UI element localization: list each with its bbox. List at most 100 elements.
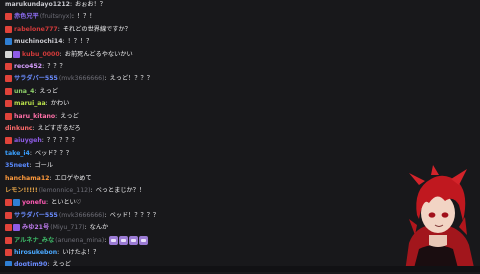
bottom-bar	[0, 266, 480, 272]
chat-colon: :	[41, 137, 44, 145]
chat-colon: :	[45, 199, 49, 207]
subscriber-badge-icon[interactable]	[5, 50, 12, 58]
chat-username[interactable]: サラダバー555	[14, 73, 58, 84]
subscriber-badge-icon[interactable]	[5, 112, 12, 120]
chat-username[interactable]: una_4	[14, 86, 34, 97]
chat-username[interactable]: take_i4	[5, 148, 30, 159]
subscriber-badge-icon[interactable]	[5, 25, 12, 33]
chat-username[interactable]: reco452	[14, 61, 42, 72]
chat-message-text: お前死んどるやないかい	[64, 50, 133, 58]
subscriber-badge-icon[interactable]	[5, 63, 12, 70]
chat-username[interactable]: レモン!!!!!	[5, 185, 38, 196]
chat-login-name: (arunena_mina)	[55, 236, 105, 244]
chat-colon: :	[104, 211, 107, 219]
vtuber-avatar	[395, 165, 480, 272]
chat-login-name: (fruitsnyx)	[39, 13, 72, 21]
chat-message: aiuygeh:？？？？？	[5, 135, 78, 146]
subscriber-badge-icon[interactable]	[5, 100, 12, 108]
chat-colon: :	[84, 224, 87, 232]
subscriber-badge-icon[interactable]	[5, 199, 12, 207]
chat-message-text: ！？！	[76, 13, 96, 21]
chat-message: kubu_0000: お前死んどるやないかい	[5, 49, 133, 60]
subscriber-badge-icon[interactable]	[5, 137, 12, 145]
chat-message-text: それどの世界線ですか？	[62, 25, 131, 33]
chat-username[interactable]: 赤色兄平	[14, 11, 39, 22]
chat-message-text: なんか	[89, 224, 109, 232]
chat-username[interactable]: marui_aa	[14, 98, 46, 109]
chat-message-text: エロゲやめて	[54, 174, 92, 182]
chat-username[interactable]: dinkunc	[5, 123, 33, 134]
chat-colon: :	[90, 187, 93, 194]
chat-login-name: (mvk3666666)	[58, 75, 105, 83]
chat-colon: :	[49, 174, 52, 182]
chat-message: アルネナ_みな (arunena_mina):	[5, 235, 149, 246]
emote-icon	[139, 235, 149, 245]
chat-message-text: えっど	[39, 87, 59, 95]
chat-colon: :	[42, 63, 45, 70]
emote-icon	[109, 235, 119, 245]
chat-message: muchinochi14:！？！？	[5, 36, 92, 47]
chat-message-text: といとい♡	[51, 199, 82, 207]
chat-username[interactable]: haru_kitano	[14, 111, 55, 122]
chat-username[interactable]: kubu_0000	[22, 49, 60, 60]
chat-message: 赤色兄平 (fruitsnyx):！？！	[5, 11, 96, 22]
chat-username[interactable]: 35neet	[5, 160, 29, 171]
subscriber-badge-icon[interactable]	[13, 50, 20, 58]
chat-message: yonefu: といとい♡	[5, 197, 81, 208]
chat-message: サラダバー555 (mvk3666666): えっど！？？？	[5, 73, 153, 84]
chat-username[interactable]: aiuygeh	[14, 135, 42, 146]
chat-message-text: えっど	[60, 112, 79, 120]
chat-colon: :	[57, 25, 60, 33]
chat-message: サラダバー555 (mvk3666666): ベッド！？？？？	[5, 210, 159, 221]
subscriber-badge-icon[interactable]	[5, 249, 12, 256]
subscriber-badge-icon[interactable]	[5, 38, 12, 46]
chat-colon: :	[62, 38, 65, 46]
subscriber-badge-icon[interactable]	[5, 75, 12, 83]
subscriber-badge-icon[interactable]	[13, 199, 20, 207]
chat-username[interactable]: hanchama12	[5, 173, 49, 184]
subscriber-badge-icon[interactable]	[5, 13, 12, 21]
chat-colon: :	[104, 236, 107, 244]
chat-message-text: ベッド？？？	[34, 149, 73, 157]
chat-message: reco452:？？？	[5, 61, 66, 72]
chat-message: 35neet: ゴール	[5, 160, 53, 171]
chat-colon: :	[57, 249, 60, 256]
chat-username[interactable]: アルネナ_みな	[14, 235, 54, 246]
chat-message-text: えどすぎるだろ	[37, 125, 81, 132]
chat-message: みゆ21号 (Miyu_717): なんか	[5, 222, 108, 233]
chat-message: marukundayo1212: おぉお！？	[5, 0, 106, 10]
chat-username[interactable]: muchinochi14	[14, 36, 63, 47]
chat-login-name: (Miyu_717)	[50, 224, 85, 232]
chat-username[interactable]: rabelone777	[14, 24, 58, 35]
subscriber-badge-icon[interactable]	[5, 224, 12, 232]
emote-icon	[129, 235, 139, 245]
chat-colon: :	[104, 75, 107, 83]
chat-message-text: ？？？	[47, 63, 66, 70]
subscriber-badge-icon[interactable]	[5, 211, 12, 219]
chat-colon: :	[32, 125, 35, 132]
chat-username[interactable]: marukundayo1212	[5, 0, 70, 10]
chat-message-text: ベッド！？？？？	[109, 211, 160, 219]
subscriber-badge-icon[interactable]	[5, 87, 12, 95]
chat-message-text: おぉお！？	[75, 1, 106, 8]
chat-colon: :	[71, 13, 74, 21]
emote-icon	[119, 235, 129, 245]
chat-username[interactable]: yonefu	[22, 197, 46, 208]
chat-message: hanchama12: エロゲやめて	[5, 173, 92, 184]
chat-message-text: いけたよ！？	[62, 249, 100, 256]
chat-login-name: (lemonnice_112)	[38, 187, 91, 194]
subscriber-badge-icon[interactable]	[13, 224, 20, 232]
chat-message-text: えっど！？？？	[109, 75, 153, 83]
chat-username[interactable]: サラダバー555	[14, 210, 58, 221]
chat-username[interactable]: hirosukebon	[14, 247, 57, 258]
chat-message: una_4: えっど	[5, 86, 58, 97]
chat-message: レモン!!!!! (lemonnice_112): べっとまじか？！	[5, 185, 145, 196]
subscriber-badge-icon[interactable]	[5, 236, 12, 244]
chat-login-name: (mvk3666666)	[58, 211, 105, 219]
chat-message-text: ゴール	[34, 162, 54, 170]
chat-message: dinkunc: えどすぎるだろ	[5, 123, 81, 134]
chat-username[interactable]: みゆ21号	[22, 222, 49, 233]
chat-message: hirosukebon: いけたよ！？	[5, 247, 99, 258]
chat-colon: :	[45, 100, 48, 108]
chat-message-text: べっとまじか？！	[95, 187, 146, 194]
